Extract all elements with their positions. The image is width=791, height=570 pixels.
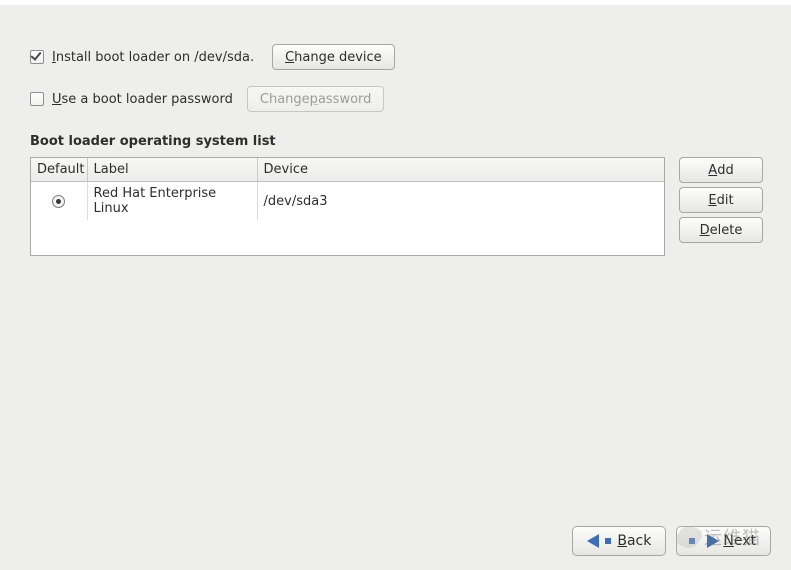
default-radio[interactable]	[52, 195, 65, 208]
install-label-text: nstall boot loader on /dev/sda.	[56, 50, 254, 65]
change-device-button[interactable]: Change device	[272, 44, 395, 70]
arrow-right-icon	[691, 534, 723, 548]
change-password-mnemonic: p	[310, 92, 318, 107]
add-button[interactable]: Add	[679, 157, 763, 183]
col-header-device[interactable]: Device	[257, 158, 664, 182]
password-label-text: se a boot loader password	[62, 92, 233, 107]
password-mnemonic: U	[52, 92, 62, 107]
wizard-footer: Back Next	[572, 526, 771, 556]
os-list-area: Default Label Device Red Hat Enterprise …	[30, 157, 771, 256]
install-bootloader-row: Install boot loader on /dev/sda. Change …	[30, 44, 771, 70]
change-device-text: hange device	[294, 50, 382, 65]
col-header-label[interactable]: Label	[87, 158, 257, 182]
next-button[interactable]: Next	[676, 526, 771, 556]
os-list-buttons: Add Edit Delete	[679, 157, 763, 243]
next-text: ext	[734, 533, 756, 549]
bootloader-config-panel: Install boot loader on /dev/sda. Change …	[30, 44, 771, 570]
col-header-default[interactable]: Default	[31, 158, 87, 182]
cell-device[interactable]: /dev/sda3	[257, 182, 664, 221]
edit-text: dit	[717, 193, 734, 208]
bootloader-password-row: Use a boot loader password Change passwo…	[30, 86, 771, 112]
bootloader-password-label[interactable]: Use a boot loader password	[52, 92, 233, 107]
back-text: ack	[627, 533, 651, 549]
os-table-header-row: Default Label Device	[31, 158, 664, 182]
table-row[interactable]: Red Hat Enterprise Linux /dev/sda3	[31, 182, 664, 221]
add-mnemonic: A	[708, 163, 717, 178]
install-bootloader-checkbox[interactable]	[30, 50, 44, 64]
change-password-pre: Change	[260, 92, 310, 107]
delete-mnemonic: D	[700, 223, 710, 238]
bootloader-password-checkbox[interactable]	[30, 92, 44, 106]
change-password-rest: assword	[318, 92, 371, 107]
os-list-title: Boot loader operating system list	[30, 134, 771, 149]
window-top-strip	[0, 0, 791, 5]
arrow-left-icon	[587, 534, 617, 548]
edit-button[interactable]: Edit	[679, 187, 763, 213]
delete-button[interactable]: Delete	[679, 217, 763, 243]
change-password-button: Change password	[247, 86, 385, 112]
delete-text: elete	[710, 223, 743, 238]
cell-label[interactable]: Red Hat Enterprise Linux	[87, 182, 257, 221]
back-mnemonic: B	[617, 533, 627, 549]
edit-mnemonic: E	[708, 193, 716, 208]
install-bootloader-label[interactable]: Install boot loader on /dev/sda.	[52, 50, 254, 65]
change-device-mnemonic: C	[285, 50, 294, 65]
add-text: dd	[717, 163, 734, 178]
cell-default[interactable]	[31, 182, 87, 221]
os-table: Default Label Device Red Hat Enterprise …	[30, 157, 665, 256]
next-mnemonic: N	[723, 533, 733, 549]
back-button[interactable]: Back	[572, 526, 666, 556]
